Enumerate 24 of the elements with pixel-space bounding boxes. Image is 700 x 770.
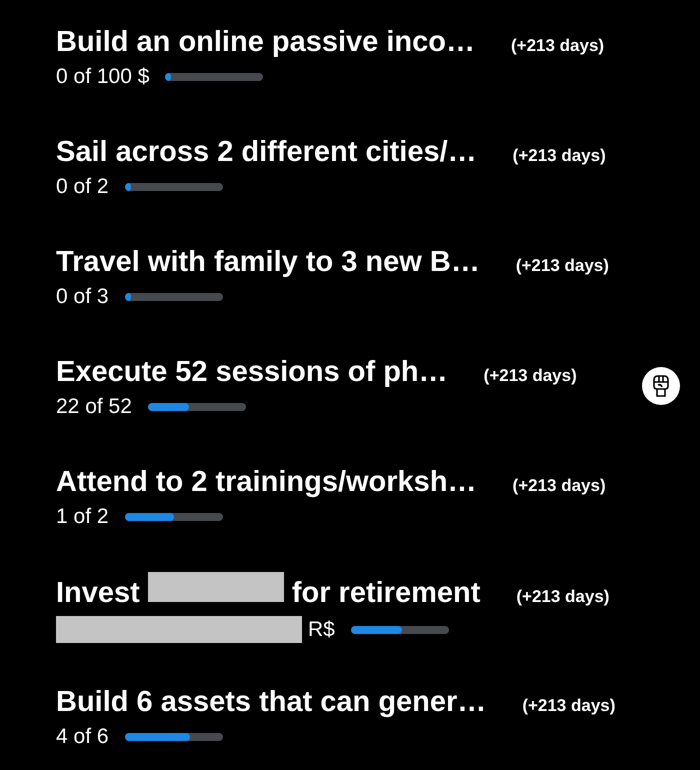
progress-count: 22 of 52 <box>56 395 132 419</box>
days-remaining: (+213 days) <box>512 146 606 166</box>
days-remaining: (+213 days) <box>510 36 604 56</box>
days-remaining: (+213 days) <box>516 587 610 607</box>
progress-count: 0 of 3 <box>56 285 109 309</box>
badge-button[interactable] <box>642 367 680 405</box>
goal-title: Travel with family to 3 new B… <box>56 246 480 279</box>
progress-count: R$ <box>308 618 335 642</box>
days-remaining: (+213 days) <box>516 256 609 276</box>
goal-title: Invest <box>56 577 140 610</box>
progress-count: 4 of 6 <box>56 725 109 749</box>
days-remaining: (+213 days) <box>522 696 616 716</box>
goal-title: Sail across 2 different cities/… <box>56 136 477 169</box>
days-remaining: (+213 days) <box>484 366 577 386</box>
goal-title: for retirement <box>292 577 480 610</box>
fist-icon <box>650 374 672 398</box>
days-remaining: (+213 days) <box>512 476 606 496</box>
goal-title: Attend to 2 trainings/worksh… <box>56 466 477 499</box>
goal-title: Build an online passive inco… <box>56 26 475 59</box>
progress-count: 0 of 2 <box>56 175 109 199</box>
progress-count: 0 of 100 $ <box>56 65 150 89</box>
goal-title: Build 6 assets that can gener… <box>56 686 486 719</box>
progress-count: 1 of 2 <box>56 505 109 529</box>
goal-title: Execute 52 sessions of ph… <box>56 356 448 389</box>
